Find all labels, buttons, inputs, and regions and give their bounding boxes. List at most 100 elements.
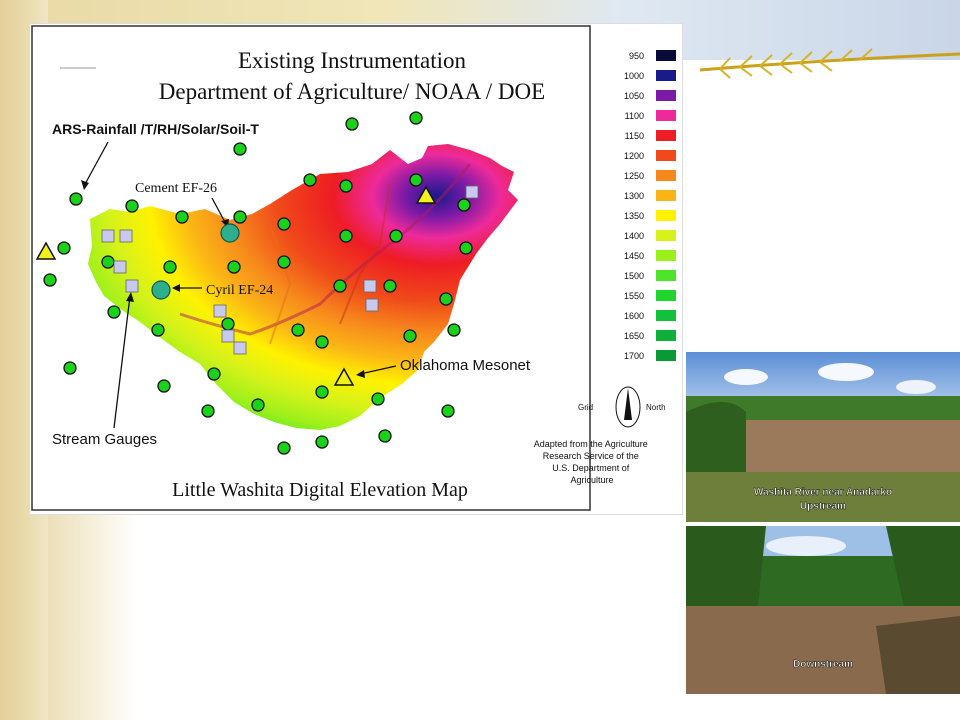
cyril-label: Cyril EF-24	[206, 283, 273, 298]
slide: Existing Instrumentation Department of A…	[0, 0, 960, 720]
photo-downstream: Downstream	[686, 526, 960, 694]
map-footer-title: Little Washita Digital Elevation Map	[172, 479, 468, 501]
legend-swatch	[656, 230, 676, 241]
ars-station-marker	[457, 198, 471, 212]
ars-station-marker	[221, 317, 235, 331]
legend-label: 1200	[624, 151, 644, 161]
elevation-map: Existing Instrumentation Department of A…	[31, 25, 676, 511]
stream-gauge-marker	[233, 341, 247, 355]
ars-station-marker	[315, 385, 329, 399]
compass-grid-label: Grid	[578, 403, 593, 412]
credit-line-4: Agriculture	[570, 475, 613, 485]
ars-label: ARS-Rainfall /T/RH/Solar/Soil-T	[52, 121, 259, 137]
legend-swatch	[656, 130, 676, 141]
ars-station-marker	[163, 260, 177, 274]
ars-station-marker	[303, 173, 317, 187]
parchment-fade	[48, 515, 138, 720]
ars-station-marker	[277, 441, 291, 455]
legend-label: 950	[629, 51, 644, 61]
legend-label: 1600	[624, 311, 644, 321]
legend-label: 1000	[624, 71, 644, 81]
legend-swatch	[656, 330, 676, 341]
stream-gauge-marker	[213, 304, 227, 318]
stream-gauge-marker	[125, 279, 139, 293]
map-title-line1: Existing Instrumentation	[238, 48, 467, 73]
legend-swatch	[656, 290, 676, 301]
cement-label: Cement EF-26	[135, 181, 217, 196]
credit-line-3: U.S. Department of	[552, 463, 630, 473]
upstream-caption-2: Upstream	[800, 501, 846, 512]
ars-station-marker	[378, 429, 392, 443]
ars-station-marker	[125, 199, 139, 213]
stream-gauge-marker	[221, 329, 235, 343]
ars-station-marker	[107, 305, 121, 319]
stream-gauge-marker	[365, 298, 379, 312]
ars-station-marker	[157, 379, 171, 393]
ars-station-marker	[383, 279, 397, 293]
legend-swatch	[656, 90, 676, 101]
ars-station-marker	[291, 323, 305, 337]
ars-station-marker	[101, 255, 115, 269]
river-photo-downstream: Downstream	[686, 526, 960, 694]
credit-line-1: Adapted from the Agriculture	[534, 439, 648, 449]
elevation-legend: 950 1000 1050 1100 1150 1200 1250 1300 1350 1400 1…	[624, 50, 676, 361]
ars-station-marker	[339, 229, 353, 243]
ars-station-marker	[207, 367, 221, 381]
ars-station-marker	[409, 111, 423, 125]
legend-swatch	[656, 190, 676, 201]
legend-swatch	[656, 50, 676, 61]
legend-label: 1350	[624, 211, 644, 221]
ef-site-marker	[220, 223, 240, 243]
ars-station-marker	[233, 210, 247, 224]
ars-station-marker	[201, 404, 215, 418]
river-photo-upstream: Washita River near Anadarko Upstream	[686, 352, 960, 522]
ars-station-marker	[315, 435, 329, 449]
ars-station-marker	[459, 241, 473, 255]
legend-label: 1500	[624, 271, 644, 281]
legend-swatch	[656, 150, 676, 161]
stream-gauge-marker	[101, 229, 115, 243]
legend-swatch	[656, 270, 676, 281]
legend-label: 1450	[624, 251, 644, 261]
stream-gauge-marker	[465, 185, 479, 199]
legend-label: 1550	[624, 291, 644, 301]
ars-station-marker	[277, 255, 291, 269]
legend-label: 1100	[625, 111, 644, 121]
stream-gauge-marker	[119, 229, 133, 243]
ars-station-marker	[69, 192, 83, 206]
legend-label: 1250	[624, 171, 644, 181]
legend-swatch	[656, 250, 676, 261]
ars-station-marker	[389, 229, 403, 243]
legend-swatch	[656, 70, 676, 81]
compass-north-label: North	[646, 403, 666, 412]
credit-line-2: Research Service of the	[543, 451, 639, 461]
ars-station-marker	[403, 329, 417, 343]
ars-station-marker	[345, 117, 359, 131]
stream-gauge-marker	[113, 260, 127, 274]
ars-station-marker	[315, 335, 329, 349]
map-title-line2: Department of Agriculture/ NOAA / DOE	[159, 79, 545, 104]
legend-label: 1050	[624, 91, 644, 101]
mesonet-label: Oklahoma Mesonet	[400, 357, 531, 374]
ars-station-marker	[339, 179, 353, 193]
downstream-caption: Downstream	[793, 659, 853, 670]
ars-station-marker	[175, 210, 189, 224]
upstream-caption-1: Washita River near Anadarko	[754, 487, 892, 498]
ars-station-marker	[57, 241, 71, 255]
legend-label: 1150	[625, 131, 644, 141]
ars-station-marker	[151, 323, 165, 337]
ars-station-marker	[333, 279, 347, 293]
legend-label: 1700	[624, 351, 644, 361]
legend-label: 1400	[624, 231, 644, 241]
north-arrow-icon	[615, 386, 641, 428]
ars-station-marker	[251, 398, 265, 412]
legend-swatch	[656, 170, 676, 181]
stream-gauge-marker	[363, 279, 377, 293]
legend-swatch	[656, 210, 676, 221]
ars-station-marker	[439, 292, 453, 306]
ars-station-marker	[63, 361, 77, 375]
ars-station-marker	[227, 260, 241, 274]
legend-swatch	[656, 110, 676, 121]
photo-upstream: Washita River near Anadarko Upstream	[686, 352, 960, 522]
legend-label: 1300	[624, 191, 644, 201]
